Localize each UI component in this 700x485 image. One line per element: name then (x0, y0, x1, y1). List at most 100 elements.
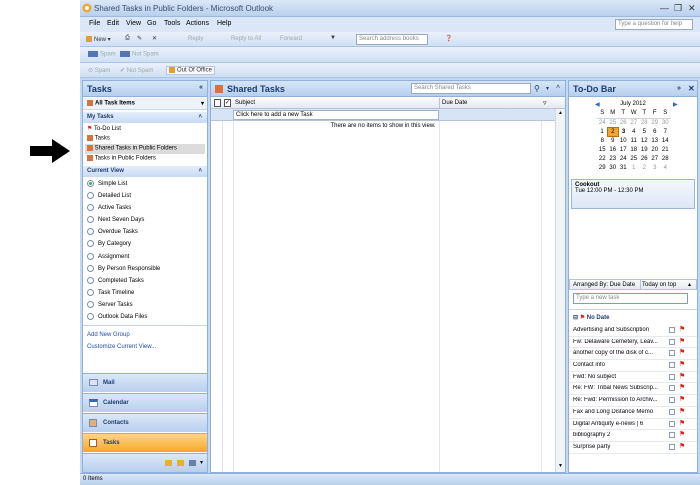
minimize-icon[interactable]: — (660, 3, 669, 13)
view-task-timeline[interactable]: Task Timeline (87, 289, 134, 296)
view-simple-list[interactable]: Simple List (87, 180, 127, 187)
tasks-folder-item[interactable]: Tasks (87, 135, 110, 142)
shortcuts-icon[interactable] (189, 460, 196, 466)
view-by-person[interactable]: By Person Responsible (87, 265, 160, 272)
view-completed-tasks[interactable]: Completed Tasks (87, 277, 144, 284)
my-tasks-section[interactable]: My Tasks ˄ (83, 112, 207, 123)
not-spam-button[interactable]: Not Spam (120, 51, 159, 58)
collapse-nav-icon[interactable]: « (199, 84, 203, 91)
todo-task-item[interactable]: bibliography 2 ⚑ (569, 430, 697, 442)
view-assignment[interactable]: Assignment (87, 253, 129, 260)
cal-day[interactable]: 4 (629, 127, 640, 136)
cal-day[interactable]: 14 (660, 136, 671, 145)
cal-day[interactable]: 18 (629, 145, 640, 154)
no-date-group-header[interactable]: ⊟ ⚑ No Date (573, 314, 609, 321)
out-of-office-button[interactable]: Out Of Office (166, 66, 215, 75)
cal-day[interactable]: 28 (660, 154, 671, 163)
task-list-scrollbar[interactable]: ▲ ▼ (555, 109, 565, 472)
menu-go[interactable]: Go (147, 20, 156, 27)
cal-day[interactable]: 26 (618, 118, 629, 127)
view-detailed-list[interactable]: Detailed List (87, 192, 131, 199)
menu-tools[interactable]: Tools (164, 20, 180, 27)
cal-day[interactable]: 8 (597, 136, 608, 145)
add-new-group-link[interactable]: Add New Group (87, 332, 130, 338)
cal-day[interactable]: 25 (608, 118, 619, 127)
customize-view-link[interactable]: Customize Current View... (87, 344, 156, 350)
close-icon[interactable]: ✕ (688, 3, 696, 14)
todo-task-item[interactable]: Fwd: No subject ⚑ (569, 372, 697, 384)
todo-task-item[interactable]: Re: Fwd: Permission to Archiv... ⚑ (569, 395, 697, 407)
complete-column-icon[interactable]: ✓ (224, 99, 231, 107)
cal-day[interactable]: 13 (650, 136, 661, 145)
help-icon[interactable]: ❓ (445, 35, 452, 42)
help-search-input[interactable]: Type a question for help (615, 19, 693, 30)
mail-button[interactable]: Mail (83, 373, 207, 392)
cal-day[interactable]: 20 (650, 145, 661, 154)
cal-day[interactable]: 28 (639, 118, 650, 127)
todo-list-item[interactable]: ⚑ To-Do List (87, 125, 121, 132)
cal-day[interactable]: 21 (660, 145, 671, 154)
cal-day[interactable]: 22 (597, 154, 608, 163)
cal-day[interactable]: 31 (618, 163, 629, 172)
address-search-input[interactable]: Search address books (356, 34, 428, 45)
cal-day[interactable]: 3 (650, 163, 661, 172)
move-icon[interactable]: ✎ (137, 35, 142, 42)
menu-help[interactable]: Help (217, 20, 231, 27)
cal-day[interactable]: 1 (629, 163, 640, 172)
not-spam-button-2[interactable]: ✔ Not Spam (120, 67, 153, 74)
new-button[interactable]: New ▾ (86, 36, 111, 43)
current-view-section[interactable]: Current View ˄ (83, 166, 207, 177)
cal-day[interactable]: 4 (660, 163, 671, 172)
view-by-category[interactable]: By Category (87, 240, 131, 247)
cal-day[interactable]: 30 (660, 118, 671, 127)
item-type-column-icon[interactable] (214, 99, 221, 107)
forward-button[interactable]: Forward (280, 36, 302, 42)
cal-day[interactable]: 24 (597, 118, 608, 127)
print-icon[interactable]: ⎙ (125, 35, 130, 42)
view-outlook-data-files[interactable]: Outlook Data Files (87, 313, 147, 320)
collapse-todo-icon[interactable]: » (677, 85, 681, 92)
flag-column-icon[interactable]: ▿ (543, 99, 547, 107)
cal-day[interactable]: 16 (608, 145, 619, 154)
todo-task-item[interactable]: Re: FW: Tribal News Subscrip... ⚑ (569, 383, 697, 396)
public-tasks-folder-item[interactable]: Tasks in Public Folders (87, 155, 156, 162)
tasks-button[interactable]: Tasks (83, 433, 207, 452)
spam-button[interactable]: Spam (88, 51, 116, 58)
cal-day[interactable]: 1 (597, 127, 608, 136)
menu-view[interactable]: View (126, 20, 141, 27)
close-todo-icon[interactable]: ✕ (688, 84, 695, 93)
cal-day[interactable]: 27 (650, 154, 661, 163)
next-month-icon[interactable]: ▶ (673, 101, 678, 108)
filter-icon[interactable]: ▼ (330, 35, 336, 41)
todo-task-item[interactable]: another copy of the disk of c... ⚑ (569, 348, 697, 361)
restore-icon[interactable]: ❐ (674, 3, 682, 14)
todo-task-item[interactable]: Advertising and Subscription ⚑ (569, 325, 697, 337)
appointment-card[interactable]: Cookout Tue 12:00 PM - 12:30 PM (571, 179, 695, 209)
cal-day[interactable]: 10 (618, 136, 629, 145)
subject-column-header[interactable]: Subject (235, 100, 255, 106)
reply-all-button[interactable]: Reply to All (231, 36, 261, 42)
cal-day[interactable]: 2 (639, 163, 650, 172)
menu-file[interactable]: File (89, 20, 100, 27)
cal-day[interactable]: 15 (597, 145, 608, 154)
spam-button-2[interactable]: ⊘ Spam (88, 67, 110, 74)
cal-day[interactable]: 9 (608, 136, 619, 145)
cal-day[interactable]: 19 (639, 145, 650, 154)
cal-day[interactable]: 7 (660, 127, 671, 136)
cal-day[interactable]: 12 (639, 136, 650, 145)
contacts-button[interactable]: Contacts (83, 413, 207, 432)
view-overdue-tasks[interactable]: Overdue Tasks (87, 228, 138, 235)
search-tasks-input[interactable]: Search Shared Tasks (411, 83, 531, 94)
todo-task-item[interactable]: Fax and Long Distance Memo ⚑ (569, 407, 697, 419)
cal-day[interactable]: 6 (650, 127, 661, 136)
cal-day[interactable]: 24 (618, 154, 629, 163)
new-task-input[interactable]: Click here to add a new Task (233, 110, 439, 120)
view-server-tasks[interactable]: Server Tasks (87, 301, 133, 308)
todo-task-item[interactable]: Surprise party ⚑ (569, 442, 697, 454)
todo-task-item[interactable]: Contact info ⚑ (569, 360, 697, 372)
new-task-todo-input[interactable]: Type a new task (573, 293, 688, 304)
cal-day[interactable]: 5 (639, 127, 650, 136)
arrange-by-bar[interactable]: Arranged By: Due Date Today on top ▴ (569, 279, 697, 290)
search-icon[interactable]: ⚲ (534, 84, 540, 93)
configure-buttons-icon[interactable]: ▾ (200, 459, 203, 466)
